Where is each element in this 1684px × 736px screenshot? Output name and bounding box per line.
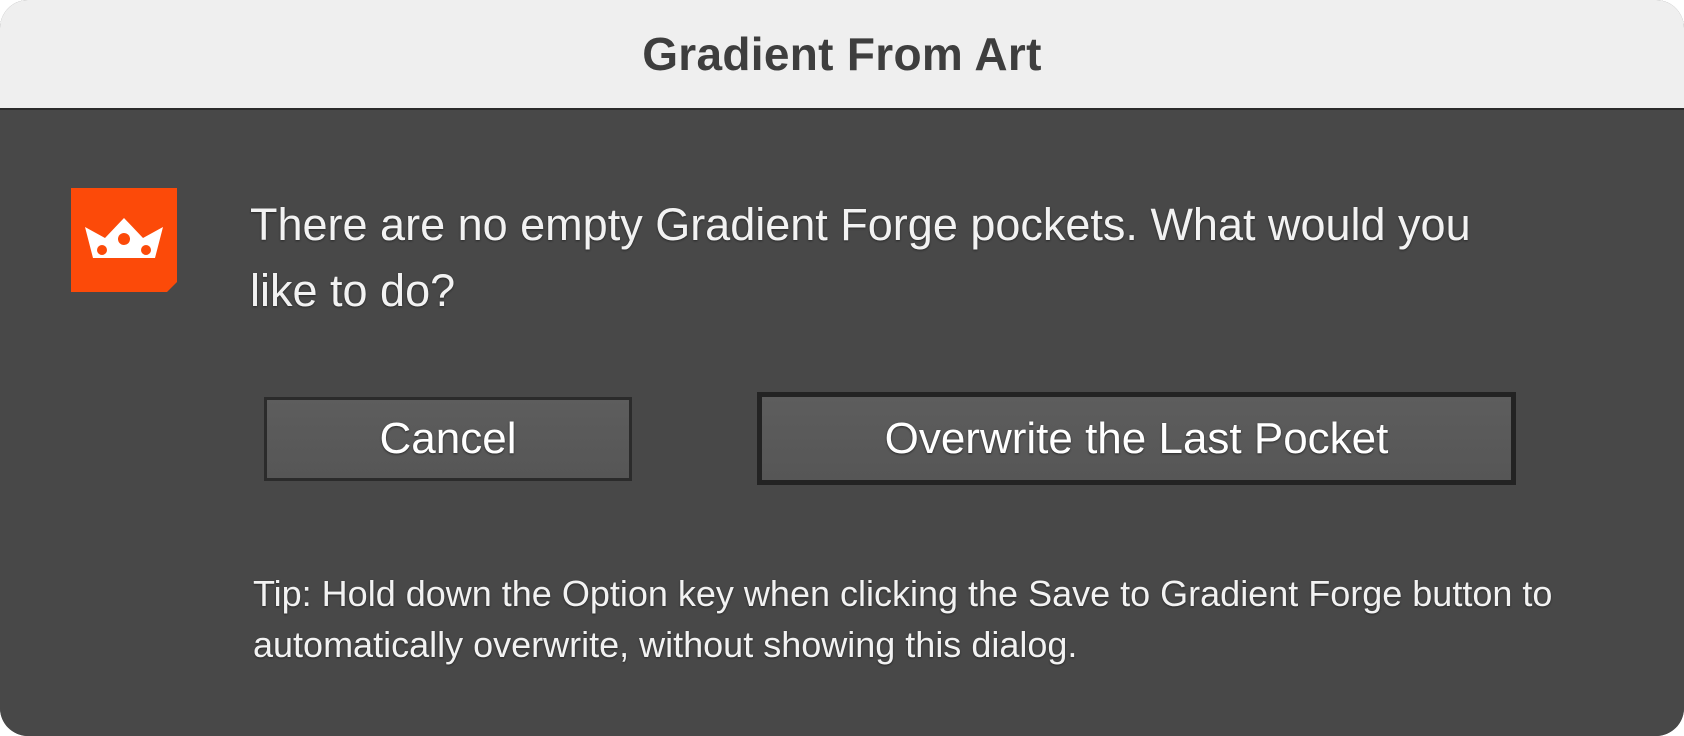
dialog-title: Gradient From Art — [642, 28, 1042, 80]
dialog-window: Gradient From Art There are no empty Gra… — [0, 0, 1684, 736]
dialog-message: There are no empty Gradient Forge pocket… — [250, 199, 1471, 316]
title-bar: Gradient From Art — [0, 0, 1684, 110]
overwrite-last-pocket-button[interactable]: Overwrite the Last Pocket — [757, 392, 1516, 485]
dialog-content: There are no empty Gradient Forge pocket… — [0, 110, 1684, 736]
tip-text: Tip: Hold down the Option key when click… — [253, 573, 1553, 665]
cancel-button[interactable]: Cancel — [264, 397, 632, 481]
crown-icon — [71, 188, 177, 292]
